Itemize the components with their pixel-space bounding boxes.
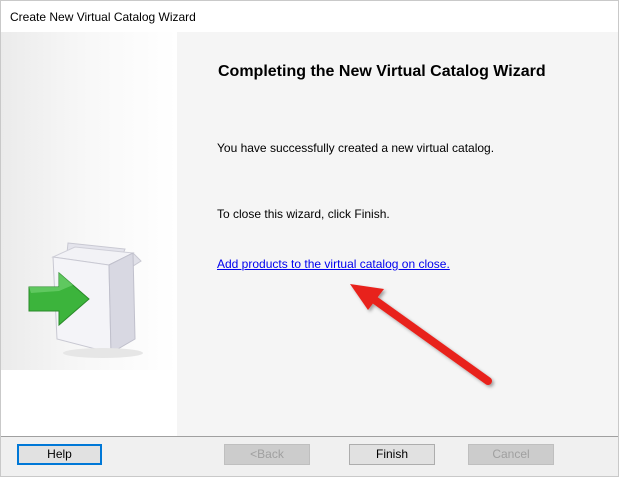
close-instruction: To close this wizard, click Finish. bbox=[217, 207, 390, 221]
page-heading: Completing the New Virtual Catalog Wizar… bbox=[218, 63, 546, 80]
box-with-green-arrow-icon bbox=[28, 242, 143, 358]
success-message: You have successfully created a new virt… bbox=[217, 141, 495, 155]
add-products-link[interactable]: Add products to the virtual catalog on c… bbox=[217, 257, 450, 271]
wizard-content bbox=[1, 32, 618, 436]
title-bar[interactable]: Create New Virtual Catalog Wizard bbox=[1, 1, 618, 32]
window-title: Create New Virtual Catalog Wizard bbox=[10, 10, 196, 24]
wizard-main-area bbox=[177, 32, 618, 436]
footer-separator bbox=[1, 436, 618, 437]
wizard-window: Create New Virtual Catalog Wizard Comple… bbox=[0, 0, 619, 477]
cancel-button[interactable]: Cancel bbox=[468, 444, 554, 465]
help-button[interactable]: Help bbox=[17, 444, 102, 465]
finish-button[interactable]: Finish bbox=[349, 444, 435, 465]
back-button[interactable]: <Back bbox=[224, 444, 310, 465]
